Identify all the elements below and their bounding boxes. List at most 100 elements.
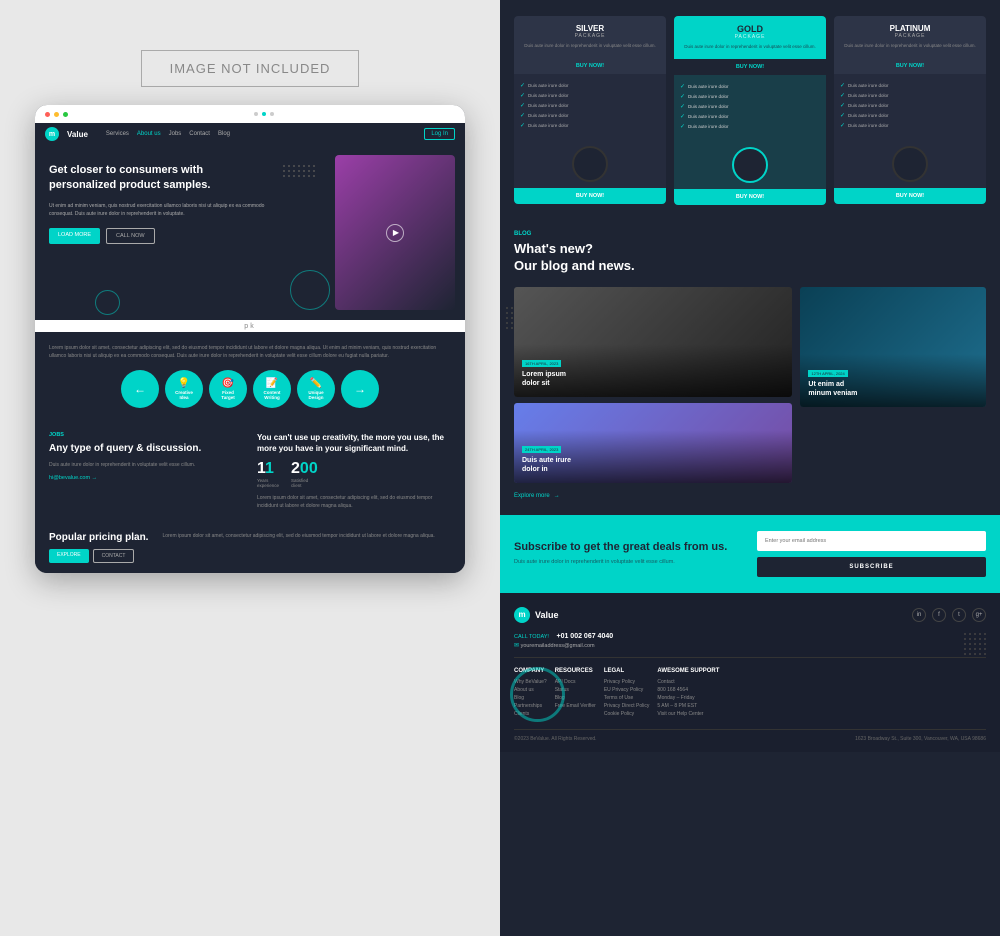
features-next-button[interactable]: → [341,370,379,408]
feature-item: ✓Duis aute irure dolor [680,123,820,130]
features-circles: ← 💡 Creative Idea 🎯 Fixed Target 📝 Conte… [49,370,451,408]
url-dot-active [262,112,266,116]
nav-link-about: About us [137,131,161,137]
email-input[interactable] [757,531,986,551]
feature-item: ✓Duis aute irure dolor [840,122,980,129]
social-linkedin[interactable]: in [912,608,926,622]
stat-years: 11 Yearsexperience [257,460,279,488]
social-facebook[interactable]: f [932,608,946,622]
feature-item: ✓Duis aute irure dolor [520,102,660,109]
explore-more-link[interactable]: Explore more → [514,493,986,499]
social-google[interactable]: g+ [972,608,986,622]
feature-item: ✓Duis aute irure dolor [520,112,660,119]
feature-item: ✓Duis aute irure dolor [520,82,660,89]
subscribe-title: Subscribe to get the great deals from us… [514,540,743,554]
footer-logo-area: m Value [514,607,559,623]
feature-item: ✓Duis aute irure dolor [680,113,820,120]
silver-header: SILVER PACKAGE Duis aute irure dolor in … [514,16,666,58]
gold-buy-button[interactable]: BUY NOW! [674,59,826,75]
play-icon: ▶ [393,228,399,237]
footer-copyright: ©2023 BeValue. All Rights Reserved. [514,736,597,742]
footer-phone: +01 002 067 4040 [556,633,613,640]
mockup-hero: Get closer to consumers with personalize… [35,145,465,320]
pricing-right: Lorem ipsum dolor sit amet, consectetur … [162,532,434,540]
mockup-nav: m Value Services About us Jobs Contact B… [35,123,465,145]
nav-logo: m [45,127,59,141]
url-dot [270,112,274,116]
laptop-brand: pk [244,323,255,330]
hero-circle-1 [290,270,330,310]
packages-row: SILVER PACKAGE Duis aute irure dolor in … [514,16,986,205]
features-prev-button[interactable]: ← [121,370,159,408]
contact-button[interactable]: CONTACT [93,549,135,563]
feature-item: ✓Duis aute irure dolor [680,103,820,110]
nav-brand: Value [67,130,88,139]
silver-buy-bottom-button[interactable]: BUY NOW! [514,188,666,204]
package-silver: SILVER PACKAGE Duis aute irure dolor in … [514,16,666,204]
footer-bottom: ©2023 BeValue. All Rights Reserved. 1623… [514,729,986,742]
mockup-top-bar [35,105,465,123]
gold-circle-area [674,141,826,189]
nav-link-contact: Contact [189,131,210,137]
gold-buy-bottom-button[interactable]: BUY NOW! [674,189,826,205]
platinum-price-circle [892,146,928,182]
features-section: Lorem ipsum dolor sit amet, consectetur … [35,332,465,420]
nav-links: Services About us Jobs Contact Blog [106,131,230,137]
blog-right: 12TH APRIL, 2024 Ut enim adminum veniam [800,287,986,483]
blog-grid: 16TH APRIL, 2023 Lorem ipsumdolor sit 24… [514,287,986,483]
website-mockup: m Value Services About us Jobs Contact B… [35,105,465,573]
footer-social: in f t g+ [912,608,986,622]
jobs-link[interactable]: hi@bevalue.com → [49,475,243,481]
subscribe-desc: Duis aute irure dolor in reprehenderit i… [514,558,743,567]
footer-email: youremailaddress@gmail.com [521,643,595,649]
feature-creative: 💡 Creative Idea [165,370,203,408]
jobs-desc: Duis aute irure dolor in reprehenderit i… [49,461,243,469]
silver-price-circle [572,146,608,182]
footer-col-legal: LEGAL Privacy Policy EU Privacy Policy T… [604,668,650,719]
jobs-quote: You can't use up creativity, the more yo… [257,432,451,454]
blog-tag: BLOG [514,231,986,237]
blog-post-bw: 16TH APRIL, 2023 Lorem ipsumdolor sit [514,287,792,397]
right-panel: SILVER PACKAGE Duis aute irure dolor in … [500,0,1000,936]
package-gold: GOLD PACKAGE Duis aute irure dolor in re… [674,16,826,205]
blog-post-color1: 24TH APRIL, 2023 Duis aute iruredolor in [514,403,792,483]
nav-link-jobs: Jobs [169,131,182,137]
hero-circle-2 [95,290,120,315]
feature-item: ✓Duis aute irure dolor [520,92,660,99]
hero-text-block: Get closer to consumers with personalize… [49,163,270,244]
feature-item: ✓Duis aute irure dolor [840,92,980,99]
blog-post-color2: 12TH APRIL, 2024 Ut enim adminum veniam [800,287,986,407]
footer-top: m Value in f t g+ [514,607,986,623]
nav-link-services: Services [106,131,129,137]
play-button[interactable]: ▶ [386,224,404,242]
subscribe-button[interactable]: SUBSCRIBE [757,557,986,577]
mockup-laptop-bar: pk [35,320,465,332]
gold-header: GOLD PACKAGE Duis aute irure dolor in re… [674,16,826,59]
explore-button[interactable]: EXPLORE [49,549,89,563]
url-dots [72,112,455,116]
footer-section: m Value in f t g+ CALL TODAY! +01 002 06… [500,593,1000,752]
load-more-button[interactable]: LOAD MORE [49,228,100,244]
feature-design: ✏️ Unique Design [297,370,335,408]
hero-dots [283,165,315,177]
call-now-button[interactable]: CALL NOW [106,228,155,244]
feature-item: ✓Duis aute irure dolor [520,122,660,129]
footer-col-support: AWESOME SUPPORT Contact 800 168 4564 Mon… [657,668,719,719]
blog-section: BLOG What's new?Our blog and news. 16TH … [500,215,1000,515]
feature-item: ✓Duis aute irure dolor [840,112,980,119]
blog-title: What's new?Our blog and news. [514,241,986,275]
jobs-title: Any type of query & discussion. [49,442,243,455]
nav-login-button[interactable]: Log In [424,128,455,140]
social-twitter[interactable]: t [952,608,966,622]
dot-green [63,112,68,117]
silver-buy-button[interactable]: BUY NOW! [514,58,666,74]
platinum-buy-bottom-button[interactable]: BUY NOW! [834,188,986,204]
stat-clients: 200 Satisfiedclient [291,460,318,488]
silver-circle-area [514,140,666,188]
packages-section: SILVER PACKAGE Duis aute irure dolor in … [500,0,1000,215]
platinum-buy-button[interactable]: BUY NOW! [834,58,986,74]
jobs-section: JOBS Any type of query & discussion. Dui… [35,420,465,522]
feature-item: ✓Duis aute irure dolor [840,102,980,109]
subscribe-section: Subscribe to get the great deals from us… [500,515,1000,593]
blog-overlay-1: 16TH APRIL, 2023 Lorem ipsumdolor sit [514,344,792,396]
